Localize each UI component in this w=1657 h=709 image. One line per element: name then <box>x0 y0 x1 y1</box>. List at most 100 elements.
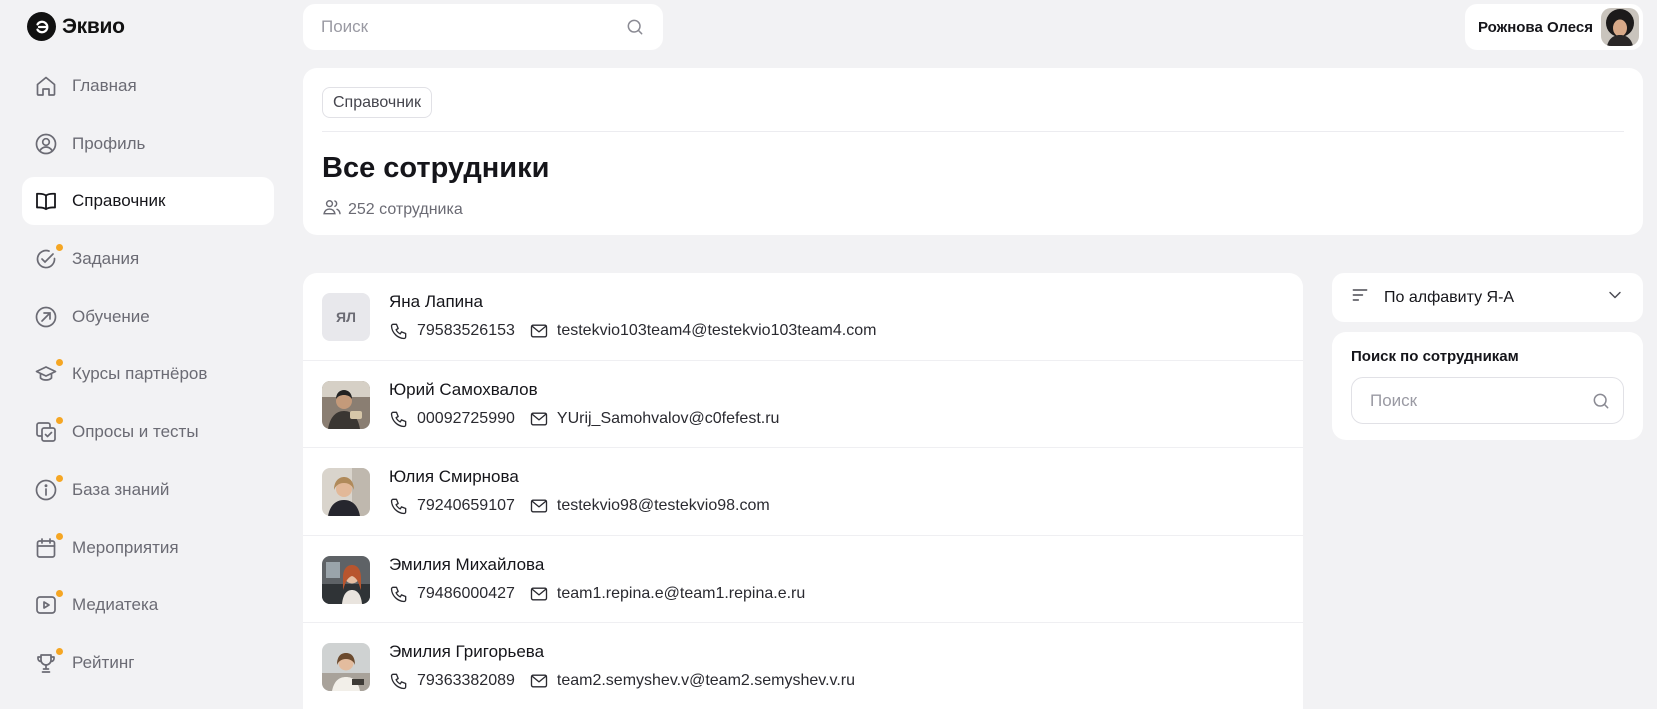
email-address: YUrij_Samohvalov@c0fefest.ru <box>556 409 780 427</box>
sidebar-item-profile[interactable]: Профиль <box>22 120 274 168</box>
sidebar-item-home[interactable]: Главная <box>22 62 274 110</box>
graduation-cap-icon <box>34 359 63 386</box>
user-avatar[interactable] <box>1601 8 1639 46</box>
employee-name[interactable]: Юлия Смирнова <box>389 467 519 487</box>
book-icon <box>34 189 58 213</box>
sort-dropdown[interactable]: По алфавиту Я-А <box>1332 273 1643 322</box>
sidebar-item-rating[interactable]: Рейтинг <box>22 639 274 687</box>
phone-contact[interactable]: 00092725990 <box>389 409 515 429</box>
notification-dot <box>56 647 63 655</box>
app-name: Эквио <box>62 14 125 38</box>
notification-dot <box>56 244 63 252</box>
employee-name[interactable]: Эмилия Михайлова <box>389 555 544 575</box>
email-contact[interactable]: team1.repina.e@team1.repina.e.ru <box>529 584 805 604</box>
filter-title: Поиск по сотрудникам <box>1351 348 1519 365</box>
sidebar-item-label: Курсы партнёров <box>72 364 208 384</box>
global-search[interactable] <box>303 4 663 50</box>
sidebar-item-partner-courses[interactable]: Курсы партнёров <box>22 350 274 398</box>
employee-row[interactable]: Юрий Самохвалов 00092725990 YUrij_Samohv… <box>303 361 1303 448</box>
chevron-down-icon <box>1605 285 1625 310</box>
page-title: Все сотрудники <box>322 152 550 184</box>
phone-contact[interactable]: 79240659107 <box>389 496 515 516</box>
sidebar-item-label: Профиль <box>72 133 146 153</box>
employee-search[interactable] <box>1351 377 1624 424</box>
email-contact[interactable]: testekvio103team4@testekvio103team4.com <box>529 321 876 341</box>
sidebar-item-label: Главная <box>72 76 137 95</box>
header-divider <box>322 131 1624 132</box>
email-address: team2.semyshev.v@team2.semyshev.v.ru <box>556 672 856 689</box>
phone-contact[interactable]: 79363382089 <box>389 671 515 691</box>
email-address: testekvio98@testekvio98.com <box>556 497 770 514</box>
email-contact[interactable]: testekvio98@testekvio98.com <box>529 496 770 516</box>
mail-icon <box>530 587 548 600</box>
sort-selected-value: По алфавиту Я-А <box>1384 288 1515 306</box>
logo-icon <box>27 12 56 41</box>
email-address: team1.repina.e@team1.repina.e.ru <box>556 584 806 602</box>
sidebar-item-media[interactable]: Медиатека <box>22 581 274 629</box>
employee-name[interactable]: Эмилия Григорьева <box>389 642 544 662</box>
phone-contact[interactable]: 79583526153 <box>389 321 515 341</box>
avatar <box>322 380 370 429</box>
mail-icon <box>530 324 548 338</box>
avatar <box>322 643 370 691</box>
sidebar-item-label: База знаний <box>72 479 170 499</box>
phone-number: 79583526153 <box>417 322 515 339</box>
search-icon[interactable] <box>625 17 645 37</box>
calendar-icon <box>34 532 63 560</box>
user-name: Рожнова Олеся <box>1477 18 1593 36</box>
employee-contacts: 79363382089 team2.semyshev.v@team2.semys… <box>389 671 869 691</box>
employee-list: ЯЛ Яна Лапина 79583526153 testekvio103te… <box>303 273 1303 709</box>
sidebar-item-label: Опросы и тесты <box>72 422 199 442</box>
employee-row[interactable]: Эмилия Григорьева 79363382089 team2.semy… <box>303 623 1303 709</box>
mail-icon <box>530 674 548 688</box>
sidebar-item-label: Медиатека <box>72 595 159 615</box>
phone-contact[interactable]: 79486000427 <box>389 584 515 604</box>
email-contact[interactable]: YUrij_Samohvalov@c0fefest.ru <box>529 409 780 429</box>
avatar <box>322 468 370 516</box>
page-header-card: Справочник Все сотрудники 252 сотрудника <box>303 68 1643 235</box>
employee-name[interactable]: Юрий Самохвалов <box>389 380 538 400</box>
learning-arrow-icon <box>34 305 58 329</box>
email-contact[interactable]: team2.semyshev.v@team2.semyshev.v.ru <box>529 671 855 691</box>
employee-contacts: 79486000427 team1.repina.e@team1.repina.… <box>389 584 819 604</box>
employee-filter-card: Поиск по сотрудникам <box>1332 332 1643 440</box>
employee-row[interactable]: Эмилия Михайлова 79486000427 team1.repin… <box>303 536 1303 623</box>
app-logo[interactable]: Эквио <box>27 12 125 41</box>
sidebar-item-label: Рейтинг <box>72 652 135 672</box>
global-search-input[interactable] <box>321 17 625 37</box>
sidebar-item-label: Справочник <box>72 191 166 211</box>
avatar: ЯЛ <box>322 293 370 341</box>
notification-dot <box>56 590 63 598</box>
user-menu[interactable]: Рожнова Олеся <box>1465 4 1643 50</box>
sidebar-item-label: Мероприятия <box>72 537 179 557</box>
sidebar-item-knowledge-base[interactable]: База знаний <box>22 466 274 514</box>
notification-dot <box>56 417 63 425</box>
home-icon <box>34 74 58 98</box>
notification-dot <box>56 474 63 482</box>
phone-number: 79486000427 <box>417 584 515 602</box>
survey-icon <box>34 417 63 444</box>
phone-icon <box>390 323 407 340</box>
employee-count-text: 252 сотрудника <box>348 200 463 218</box>
employee-search-input[interactable] <box>1370 390 1591 411</box>
employee-contacts: 79583526153 testekvio103team4@testekvio1… <box>389 321 890 341</box>
sidebar-item-learning[interactable]: Обучение <box>22 293 274 341</box>
trophy-icon <box>34 647 63 675</box>
avatar <box>322 555 370 604</box>
sidebar-item-directory[interactable]: Справочник <box>22 177 274 226</box>
sidebar-nav: Главная Профиль Справочник Задания Обуче… <box>22 62 274 697</box>
employee-name[interactable]: Яна Лапина <box>389 292 483 312</box>
check-circle-icon <box>34 244 63 271</box>
employee-contacts: 79240659107 testekvio98@testekvio98.com <box>389 496 784 516</box>
sidebar-item-surveys[interactable]: Опросы и тесты <box>22 408 274 456</box>
sidebar-item-label: Обучение <box>72 306 150 326</box>
phone-number: 00092725990 <box>417 409 515 427</box>
employee-row[interactable]: Юлия Смирнова 79240659107 testekvio98@te… <box>303 448 1303 536</box>
breadcrumb[interactable]: Справочник <box>322 87 432 118</box>
info-icon <box>34 474 63 502</box>
sidebar-item-tasks[interactable]: Задания <box>22 235 274 283</box>
phone-icon <box>390 411 407 427</box>
search-icon[interactable] <box>1591 391 1611 411</box>
employee-row[interactable]: ЯЛ Яна Лапина 79583526153 testekvio103te… <box>303 273 1303 361</box>
sidebar-item-events[interactable]: Мероприятия <box>22 524 274 572</box>
